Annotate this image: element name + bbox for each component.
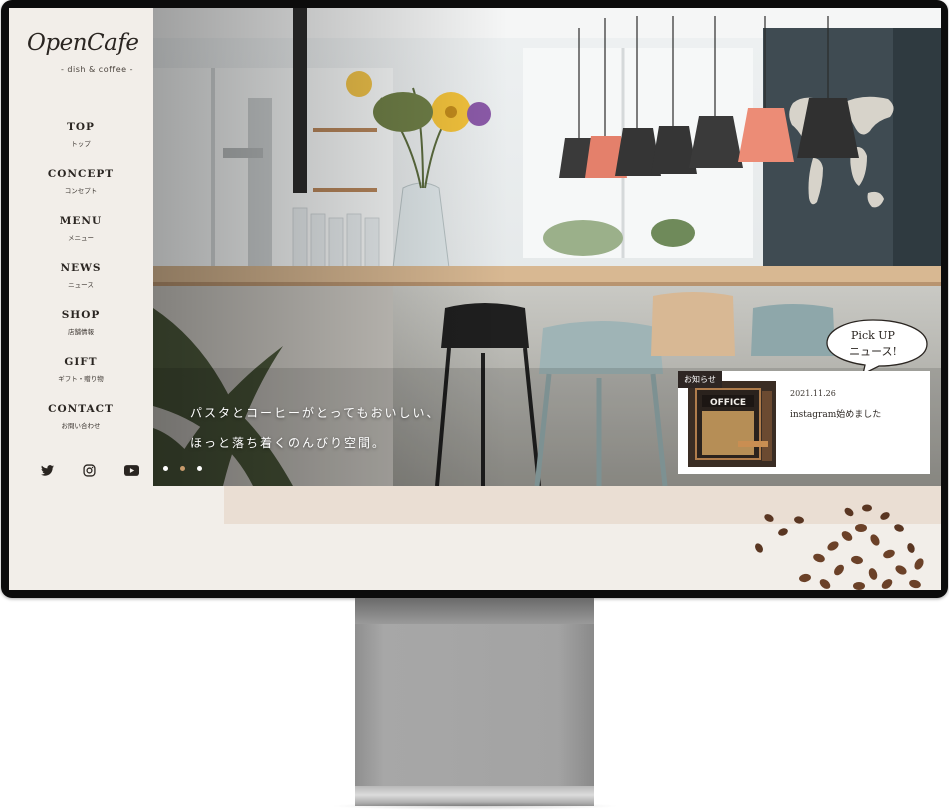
pickup-bubble: Pick UP ニュース! [823, 316, 931, 376]
nav-label-en: CONCEPT [47, 168, 115, 180]
instagram-icon[interactable] [81, 463, 97, 477]
nav-item-top[interactable]: TOP トップ [9, 121, 153, 168]
news-title[interactable]: instagram始めました [790, 407, 881, 420]
nav-item-contact[interactable]: CONTACT お問い合わせ [9, 403, 153, 450]
slider-dot[interactable] [197, 466, 202, 471]
news-date: 2021.11.26 [790, 389, 836, 398]
site-logo[interactable]: OpenCafe - dish & coffee - [27, 30, 139, 75]
pickup-text: Pick UP ニュース! [823, 328, 923, 360]
nav-item-shop[interactable]: SHOP 店舗情報 [9, 309, 153, 356]
coffee-beans-image [755, 504, 924, 590]
nav-label-en: GIFT [64, 356, 98, 368]
tagline-line-1: パスタとコーヒーがとってもおいしい、 [190, 406, 441, 420]
tagline-line-2: ほっと落ち着くのんびり空間。 [190, 436, 387, 450]
nav-label-en: CONTACT [48, 403, 114, 415]
nav-item-news[interactable]: NEWS ニュース [9, 262, 153, 309]
nav-label-jp: 店舗情報 [68, 328, 94, 336]
monitor-frame: OpenCafe - dish & coffee - TOP トップ CONCE… [1, 0, 948, 598]
nav-label-jp: メニュー [68, 234, 94, 242]
nav-item-gift[interactable]: GIFT ギフト・贈り物 [9, 356, 153, 403]
slider-dot[interactable] [163, 466, 168, 471]
nav-label-en: SHOP [61, 309, 101, 321]
youtube-icon[interactable] [123, 463, 139, 477]
nav-label-jp: ニュース [68, 281, 94, 289]
logo-tagline: - dish & coffee - [61, 65, 133, 74]
screen: OpenCafe - dish & coffee - TOP トップ CONCE… [9, 8, 941, 590]
nav-label-jp: トップ [71, 140, 91, 148]
nav-label-en: NEWS [60, 262, 102, 274]
nav-label-jp: ギフト・贈り物 [58, 375, 104, 383]
news-thumbnail: OFFICE [688, 381, 776, 467]
main-nav: TOP トップ CONCEPT コンセプト MENU メニュー NEWS ニュー… [9, 121, 153, 450]
pickup-line-2: ニュース! [849, 345, 897, 358]
nav-label-en: MENU [59, 215, 103, 227]
news-label: お知らせ [678, 371, 722, 388]
twitter-icon[interactable] [39, 463, 55, 477]
social-links [39, 463, 139, 477]
svg-text:OFFICE: OFFICE [710, 398, 746, 408]
nav-item-concept[interactable]: CONCEPT コンセプト [9, 168, 153, 215]
monitor-base-shadow [330, 802, 620, 810]
logo-text: OpenCafe [27, 30, 139, 56]
nav-label-jp: コンセプト [64, 187, 98, 195]
news-card[interactable]: OFFICE お知らせ 2021.11.26 instagram始めました [678, 371, 930, 474]
hero-tagline: パスタとコーヒーがとってもおいしい、 ほっと落ち着くのんびり空間。 [190, 398, 440, 458]
nav-label-en: TOP [67, 121, 95, 133]
slider-dots [163, 466, 202, 471]
nav-label-jp: お問い合わせ [61, 422, 101, 430]
slider-dot-active[interactable] [180, 466, 185, 471]
monitor-stand [355, 598, 594, 786]
nav-item-menu[interactable]: MENU メニュー [9, 215, 153, 262]
monitor-stand-shadow [355, 598, 594, 624]
pickup-line-1: Pick UP [851, 329, 895, 342]
sidebar: OpenCafe - dish & coffee - TOP トップ CONCE… [9, 8, 153, 590]
